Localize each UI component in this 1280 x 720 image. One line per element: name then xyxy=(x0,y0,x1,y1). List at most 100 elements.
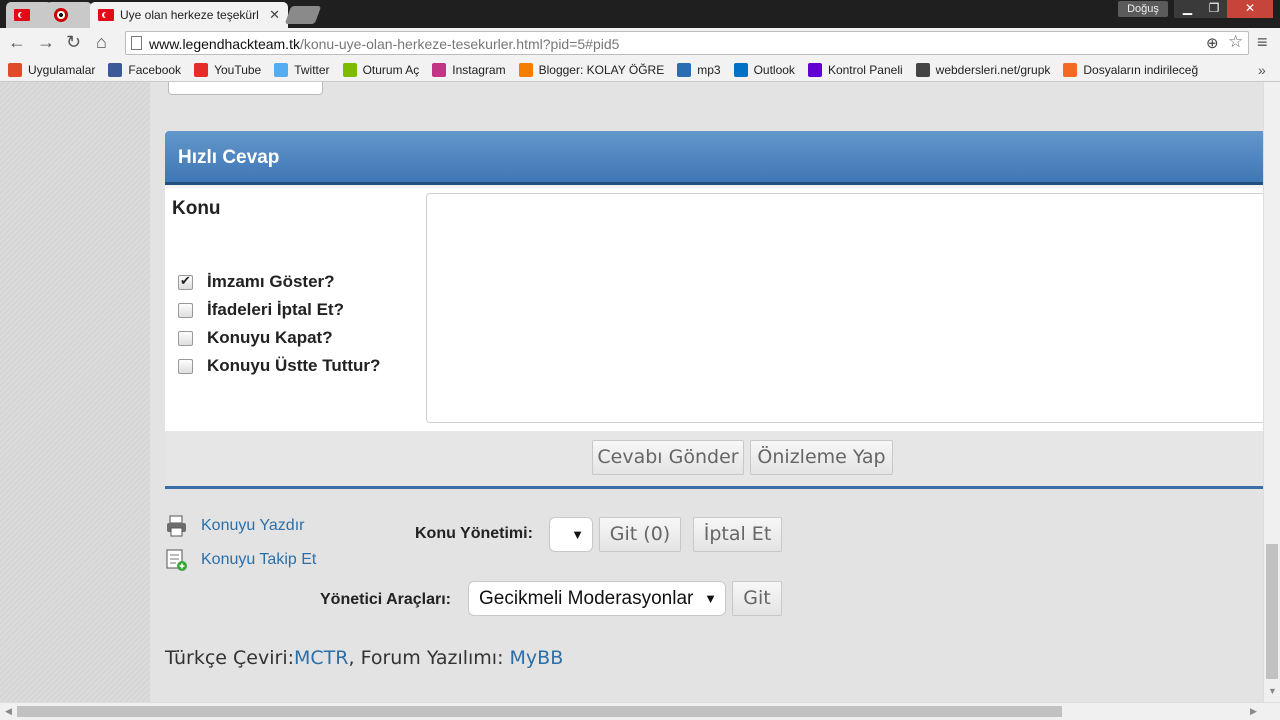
close-window-button[interactable]: ✕ xyxy=(1227,0,1273,18)
instagram-icon xyxy=(432,62,447,77)
post-reply-button[interactable]: Cevabı Gönder xyxy=(592,440,744,475)
option-label: İmzamı Göster? xyxy=(207,272,335,291)
twitter-icon xyxy=(274,62,289,77)
admin-tools-go-button[interactable]: Git xyxy=(732,581,782,616)
subscribe-icon xyxy=(165,548,189,572)
bookmark-item[interactable]: Facebook xyxy=(108,62,182,77)
scroll-right-icon[interactable]: ▶ xyxy=(1250,706,1257,717)
tab-title: Uye olan herkeze teşekürl xyxy=(120,8,259,22)
bookmark-star-icon[interactable]: ☆ xyxy=(1228,32,1243,52)
address-bar[interactable]: www.legendhackteam.tk/konu-uye-olan-herk… xyxy=(125,31,1249,55)
browser-tab-active[interactable]: Uye olan herkeze teşekürl ✕ xyxy=(90,2,288,28)
bookmark-item[interactable]: webdersleri.net/grupk xyxy=(915,62,1050,77)
mctr-link[interactable]: MCTR xyxy=(294,647,348,669)
bookmark-label: Dosyaların indirileceğ xyxy=(1083,62,1199,77)
turkish-flag-icon xyxy=(14,9,30,21)
back-icon[interactable]: ← xyxy=(8,32,26,52)
bookmark-item[interactable]: Dosyaların indirileceğ xyxy=(1063,62,1199,77)
minimize-button[interactable]: ▁ xyxy=(1174,0,1201,18)
quick-reply-header: Hızlı Cevap xyxy=(165,131,1263,185)
bookmarks-bar: Uygulamalar Facebook YouTube Twitter Oturum … xyxy=(0,58,1280,82)
option-disable-smilies[interactable]: İfadeleri İptal Et? xyxy=(178,300,344,320)
bookmark-item[interactable]: Twitter xyxy=(274,62,330,77)
reload-icon[interactable]: ↻ xyxy=(66,32,81,52)
print-thread-label: Konuyu Yazdır xyxy=(201,517,305,534)
option-label: İfadeleri İptal Et? xyxy=(207,300,344,319)
apps-grid-icon xyxy=(8,62,22,77)
facebook-icon xyxy=(108,62,123,77)
stick-thread-checkbox[interactable] xyxy=(178,358,193,374)
bookmark-item[interactable]: Uygulamalar xyxy=(8,62,96,77)
quick-reply-panel: Hızlı Cevap Konu İmzamı Göster? İfadeler… xyxy=(165,131,1263,489)
message-textarea[interactable] xyxy=(426,193,1263,423)
bookmark-label: Outlook xyxy=(753,62,795,77)
moderation-select[interactable]: ▼ xyxy=(549,517,593,552)
more-bookmarks-icon[interactable]: » xyxy=(1258,62,1266,78)
show-signature-checkbox[interactable] xyxy=(178,273,193,290)
quick-reply-body: Konu İmzamı Göster? İfadeleri İptal Et? … xyxy=(165,188,1263,431)
scroll-down-icon[interactable]: ▼ xyxy=(1268,686,1277,696)
subscribe-thread-link[interactable]: Konuyu Takip Et xyxy=(165,548,316,572)
moderation-go-button[interactable]: Git (0) xyxy=(599,517,681,552)
page-icon xyxy=(131,36,142,50)
bookmark-label: mp3 xyxy=(697,62,721,77)
option-label: Konuyu Kapat? xyxy=(207,328,333,347)
print-thread-link[interactable]: Konuyu Yazdır xyxy=(165,514,304,538)
bookmark-label: Instagram xyxy=(452,62,506,77)
bookmark-label: YouTube xyxy=(214,62,262,77)
target-icon xyxy=(54,8,68,22)
subject-label: Konu xyxy=(172,198,221,219)
page-content: Hızlı Cevap Konu İmzamı Göster? İfadeler… xyxy=(0,82,1263,702)
browser-toolbar: ← → ↻ ⌂ www.legendhackteam.tk/konu-uye-o… xyxy=(0,28,1280,58)
horizontal-scrollbar[interactable]: ◀ ▶ xyxy=(0,702,1280,720)
turkish-flag-icon xyxy=(98,9,114,21)
scroll-left-icon[interactable]: ◀ xyxy=(5,706,12,717)
moderation-label: Konu Yönetimi: xyxy=(415,525,533,542)
maximize-button[interactable]: ❐ xyxy=(1201,0,1227,18)
bookmark-label: Blogger: KOLAY ÖĞRE xyxy=(538,62,665,77)
preview-button[interactable]: Önizleme Yap xyxy=(750,440,893,475)
quick-reply-title: Hızlı Cevap xyxy=(178,147,280,168)
bookmark-item[interactable]: YouTube xyxy=(194,62,262,77)
new-tab-button[interactable] xyxy=(284,6,322,24)
blogger-icon xyxy=(518,62,533,77)
mp3-icon xyxy=(677,62,692,77)
post-box-bottom xyxy=(168,82,323,95)
home-icon[interactable]: ⌂ xyxy=(96,32,107,52)
forward-icon[interactable]: → xyxy=(37,32,55,52)
bookmark-item[interactable]: mp3 xyxy=(677,62,721,77)
bookmark-item[interactable]: Outlook xyxy=(733,62,795,77)
horizontal-scroll-thumb[interactable] xyxy=(17,706,1062,717)
zoom-icon[interactable]: ⊕ xyxy=(1206,34,1219,52)
disable-smilies-checkbox[interactable] xyxy=(178,302,193,318)
vertical-scrollbar[interactable]: ▼ xyxy=(1263,82,1280,702)
thread-tools: Konuyu Yazdır Konuyu Takip Et Konu Yönet… xyxy=(0,502,1263,702)
option-label: Konuyu Üstte Tuttur? xyxy=(207,356,381,375)
option-stick-thread[interactable]: Konuyu Üstte Tuttur? xyxy=(178,356,380,376)
bookmark-item[interactable]: Blogger: KOLAY ÖĞRE xyxy=(518,62,665,77)
moderation-cancel-button[interactable]: İptal Et xyxy=(693,517,782,552)
bookmark-label: Kontrol Paneli xyxy=(827,62,903,77)
profile-badge[interactable]: Doğuş xyxy=(1118,1,1168,17)
close-tab-icon[interactable]: ✕ xyxy=(269,7,280,23)
vertical-scroll-thumb[interactable] xyxy=(1266,544,1278,679)
outlook-icon xyxy=(733,62,748,77)
bookmark-label: Facebook xyxy=(128,62,182,77)
bookmark-label: Twitter xyxy=(294,62,330,77)
option-show-signature[interactable]: İmzamı Göster? xyxy=(178,272,335,292)
bookmark-label: Oturum Aç xyxy=(362,62,420,77)
subscribe-thread-label: Konuyu Takip Et xyxy=(201,551,317,568)
close-thread-checkbox[interactable] xyxy=(178,330,193,346)
browser-tab-2[interactable] xyxy=(46,2,92,28)
admin-tools-label: Yönetici Araçları: xyxy=(320,591,452,608)
bookmark-item[interactable]: Oturum Aç xyxy=(342,62,420,77)
download-icon xyxy=(1063,62,1078,77)
bookmark-item[interactable]: Instagram xyxy=(432,62,506,77)
menu-icon[interactable]: ≡ xyxy=(1257,32,1268,53)
mybb-link[interactable]: MyBB xyxy=(510,647,564,669)
url-text[interactable]: www.legendhackteam.tk/konu-uye-olan-herk… xyxy=(149,36,619,52)
bookmark-label: Uygulamalar xyxy=(28,62,96,77)
bookmark-item[interactable]: Kontrol Paneli xyxy=(807,62,903,77)
admin-tools-select[interactable]: Gecikmeli Moderasyonlar ▼ xyxy=(468,581,726,616)
option-close-thread[interactable]: Konuyu Kapat? xyxy=(178,328,333,348)
